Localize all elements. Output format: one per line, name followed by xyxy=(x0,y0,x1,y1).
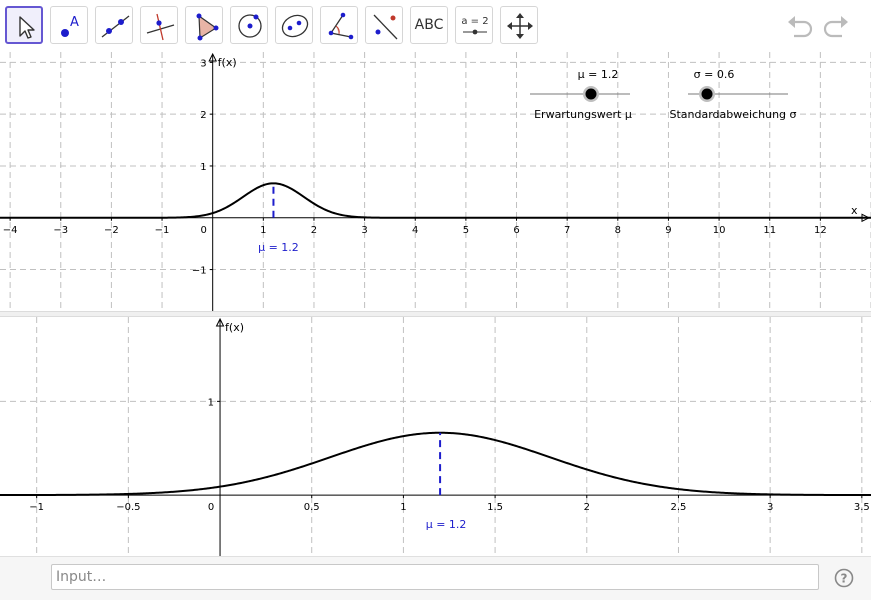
conic-tool-button[interactable] xyxy=(275,6,313,44)
x-tick-label: 2.5 xyxy=(671,502,687,513)
x-tick-labels: −1 −0.5 0 0.5 1 1.5 2 2.5 3 3.5 xyxy=(29,495,870,513)
y-axis-label: f(x) xyxy=(225,321,244,334)
y-tick-labels: 3 2 1 −1 xyxy=(192,58,213,277)
sigma-slider-caption: Standardabweichung σ xyxy=(670,108,797,121)
text-icon: ABC xyxy=(414,17,444,33)
reflect-about-line-icon xyxy=(373,14,398,40)
slider-tool-button[interactable]: a = 2 xyxy=(455,6,493,44)
x-tick-label: 3 xyxy=(767,502,773,513)
sigma-slider-value: σ = 0.6 xyxy=(694,68,735,81)
x-tick-label: 2 xyxy=(584,502,590,513)
sigma-slider[interactable]: σ = 0.6 Standardabweichung σ xyxy=(670,68,797,121)
redo-button[interactable] xyxy=(820,10,852,42)
x-tick-label: 7 xyxy=(564,225,570,236)
input-field[interactable] xyxy=(51,564,819,590)
perpendicular-line-icon xyxy=(146,13,175,41)
x-tick-label: 11 xyxy=(763,225,776,236)
x-tick-label: 2 xyxy=(311,225,317,236)
x-tick-label: −4 xyxy=(3,225,18,236)
reflect-tool-button[interactable] xyxy=(365,6,403,44)
y-axis-label: f(x) xyxy=(218,56,237,69)
x-tick-label: 5 xyxy=(463,225,469,236)
x-tick-label: −2 xyxy=(104,225,119,236)
x-tick-label: −0.5 xyxy=(116,502,140,513)
undo-button[interactable] xyxy=(784,10,816,42)
point-with-label-icon: A xyxy=(61,15,79,37)
svg-text:A: A xyxy=(70,15,79,30)
mu-slider-value: μ = 1.2 xyxy=(578,68,619,81)
input-bar: ? xyxy=(0,556,871,600)
graphics-view-1[interactable]: −4 −3 −2 −1 0 1 2 3 4 5 6 7 8 9 10 11 12 321−1 x f(x) μ … xyxy=(0,52,871,311)
x-tick-label: −1 xyxy=(155,225,170,236)
mean-label: μ = 1.2 xyxy=(426,518,467,531)
angle-icon xyxy=(328,12,354,40)
sigma-slider-knob[interactable] xyxy=(701,88,713,100)
move-tool-button[interactable] xyxy=(5,6,43,44)
x-tick-label: 3.5 xyxy=(854,502,870,513)
x-tick-label: 0 xyxy=(208,502,214,513)
x-tick-label: 9 xyxy=(665,225,671,236)
x-tick-label: 6 xyxy=(513,225,519,236)
point-tool-button[interactable]: A xyxy=(50,6,88,44)
y-tick-label: 2 xyxy=(200,110,206,121)
line-through-two-points-icon xyxy=(101,15,130,38)
move-arrows-icon xyxy=(507,13,533,39)
x-tick-label: −1 xyxy=(29,502,44,513)
x-tick-label: 8 xyxy=(615,225,621,236)
circle-tool-button[interactable] xyxy=(230,6,268,44)
axes xyxy=(0,52,871,311)
mu-slider-caption: Erwartungswert μ xyxy=(534,108,632,121)
x-tick-label: 12 xyxy=(814,225,827,236)
x-tick-label: 10 xyxy=(713,225,726,236)
perpendicular-tool-button[interactable] xyxy=(140,6,178,44)
circle-with-center-icon xyxy=(238,14,262,38)
angle-tool-button[interactable] xyxy=(320,6,358,44)
mu-slider-knob[interactable] xyxy=(585,88,597,100)
y-tick-label: 1 xyxy=(208,397,214,408)
line-tool-button[interactable] xyxy=(95,6,133,44)
redo-icon xyxy=(823,16,848,38)
undo-icon xyxy=(788,16,813,38)
x-tick-labels: −4 −3 −2 −1 0 1 2 3 4 5 6 7 8 9 10 11 12 xyxy=(3,217,827,236)
x-tick-label: 0 xyxy=(200,225,206,236)
x-tick-label: 1 xyxy=(400,502,406,513)
slider-tool-label: a = 2 xyxy=(461,16,488,27)
y-tick-label: −1 xyxy=(192,266,207,277)
ellipse-icon xyxy=(281,14,309,38)
svg-text:?: ? xyxy=(841,572,848,586)
cursor-arrow-icon xyxy=(19,16,35,39)
toolbar: A ABC a = 2 xyxy=(0,0,871,52)
mean-label: μ = 1.2 xyxy=(258,241,299,254)
x-tick-label: 3 xyxy=(361,225,367,236)
x-tick-label: 4 xyxy=(412,225,418,236)
x-tick-label: 1.5 xyxy=(487,502,503,513)
x-tick-label: 1 xyxy=(260,225,266,236)
slider-icon: a = 2 xyxy=(461,16,489,35)
text-tool-button[interactable]: ABC xyxy=(410,6,448,44)
normal-density-curve[interactable] xyxy=(0,182,871,219)
help-question-icon[interactable]: ? xyxy=(834,568,854,588)
grid xyxy=(0,52,871,311)
move-graphics-view-button[interactable] xyxy=(500,6,538,44)
x-tick-label: 0.5 xyxy=(304,502,320,513)
y-tick-label: 1 xyxy=(200,162,206,173)
graphics-view-2[interactable]: −1 −0.5 0 0.5 1 1.5 2 2.5 3 3.5 1 f(x) μ = 1.2 xyxy=(0,317,871,556)
mu-slider[interactable]: μ = 1.2 Erwartungswert μ xyxy=(530,68,632,121)
polygon-icon xyxy=(196,13,219,41)
x-tick-label: −3 xyxy=(53,225,68,236)
x-axis-label: x xyxy=(851,204,858,217)
y-tick-label: 3 xyxy=(200,58,206,69)
y-tick-labels: 1 xyxy=(208,397,221,408)
normal-density-curve[interactable] xyxy=(0,431,871,497)
polygon-tool-button[interactable] xyxy=(185,6,223,44)
